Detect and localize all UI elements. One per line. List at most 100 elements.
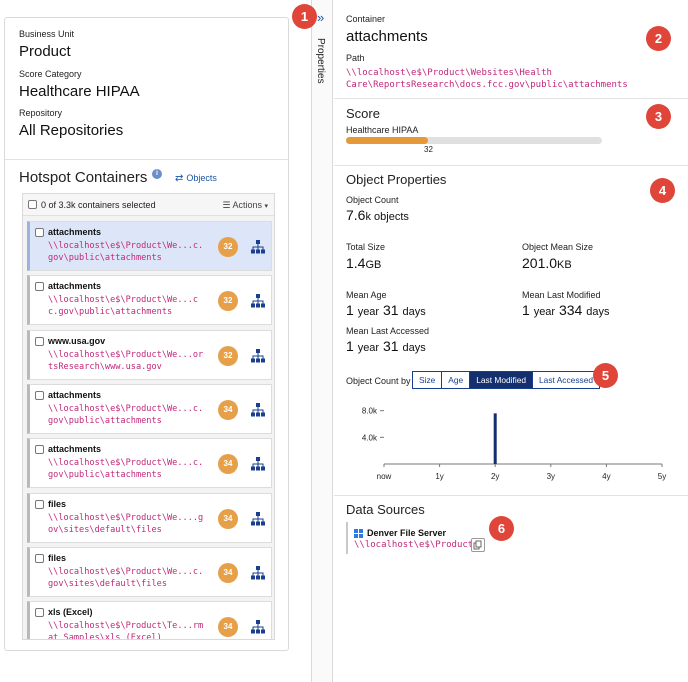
item-name: files [48,552,67,563]
hotspot-container-list[interactable]: 0 of 3.3k containers selected ☰ Actions … [22,193,275,640]
mean-age-label: Mean Age [346,290,387,300]
count-by-label: Object Count by [346,376,411,386]
callout-3: 3 [646,104,671,129]
hierarchy-icon[interactable] [251,565,265,580]
hierarchy-icon[interactable] [251,240,265,254]
score-bar-fill [346,137,428,144]
mean-last-modified-label: Mean Last Modified [522,290,601,300]
object-count-unit: k objects [365,211,409,223]
object-properties-title: Object Properties [346,172,447,187]
mean-age-year-unit: year [357,306,380,318]
x-tick-label: 3y [547,472,555,481]
item-path: \\localhost\e$\Product\We...c.gov\public… [48,241,204,263]
list-item[interactable]: attachments \\localhost\e$\Product\We...c… [27,438,272,489]
mean-size-value: 201.0KB [522,255,572,271]
list-item[interactable]: attachments \\localhost\e$\Product\We...c… [27,221,272,271]
hierarchy-icon[interactable] [251,294,265,308]
business-unit-label: Business Unit [19,29,75,39]
item-path: \\localhost\e$\Product\We....gov\sites\d… [48,512,204,535]
score-badge: 32 [218,291,238,312]
properties-collapse-strip: » Properties [311,0,333,682]
container-value: attachments [346,28,428,45]
mean-acc-year-unit: year [357,342,380,354]
selected-count: 0 of 3.3k containers selected [41,200,156,210]
list-header: 0 of 3.3k containers selected ☰ Actions … [23,194,274,216]
list-item[interactable]: attachments \\localhost\e$\Product\We...c… [27,275,272,326]
item-checkbox[interactable] [35,608,44,618]
object-count-num: 7.6 [346,207,366,223]
double-chevron-right-icon[interactable]: » [317,10,324,25]
item-name: attachments [48,389,102,400]
mean-age-year: 1 [346,302,354,318]
item-name: attachments [48,227,102,237]
item-checkbox[interactable] [35,390,44,400]
y-tick-label: 8.0k [362,407,378,416]
mean-age-days-unit: days [402,306,426,318]
item-checkbox[interactable] [35,499,44,509]
mean-acc-year: 1 [346,338,354,354]
item-checkbox[interactable] [35,553,44,563]
hierarchy-icon[interactable] [251,402,265,417]
score-badge: 34 [218,454,238,475]
x-tick-label: 2y [491,472,499,481]
objects-toggle-link[interactable]: ⇄ Objects [175,173,217,184]
hierarchy-icon[interactable] [251,457,265,471]
actions-label: Actions [232,200,262,210]
list-item[interactable]: xls (Excel) \\localhost\e$\Product\Te...r… [27,601,272,639]
actions-button[interactable]: ☰ Actions ▾ [222,200,268,211]
repository-label: Repository [19,108,63,118]
mean-age-days: 31 [382,302,399,318]
hierarchy-icon[interactable] [251,348,265,363]
select-all-checkbox[interactable] [28,200,37,209]
x-tick-label: 4y [602,472,610,481]
total-size-unit: GB [365,259,382,271]
item-name: files [48,498,67,509]
item-checkbox[interactable] [35,228,44,237]
mean-mod-days: 334 [558,302,583,318]
container-path: \\localhost\e$\Product\Websites\Health C… [346,68,628,90]
total-size-num: 1.4 [346,255,366,271]
swap-arrows-icon: ⇄ [175,173,184,184]
mean-last-modified-value: 1 year 334 days [522,302,609,318]
segment-last-accessed[interactable]: Last Accessed [533,372,600,388]
segment-size[interactable]: Size [413,372,443,388]
mean-size-unit: KB [557,259,572,271]
item-name: xls (Excel) [48,607,93,618]
business-unit-value: Product [19,43,71,60]
item-name: attachments [48,444,102,455]
score-badge: 32 [218,345,238,366]
mean-mod-year: 1 [522,302,530,318]
hierarchy-icon[interactable] [251,620,265,634]
score-badge: 34 [218,508,238,529]
copy-icon [473,540,482,550]
callout-4: 4 [650,178,675,203]
divider [334,98,688,99]
repository-value: All Repositories [19,122,124,139]
list-item[interactable]: www.usa.gov \\localhost\e$\Product\We...o… [27,329,272,380]
mean-mod-year-unit: year [533,306,556,318]
list-item[interactable]: attachments \\localhost\e$\Product\We...c… [27,383,272,434]
info-icon[interactable]: i [152,169,162,179]
object-count-value: 7.6k objects [346,207,409,223]
hierarchy-icon[interactable] [251,511,265,526]
list-item[interactable]: files \\localhost\e$\Product\We...c.gov\s… [27,546,272,597]
chart-bar[interactable] [493,413,497,464]
hotspot-containers-title: Hotspot Containers [19,169,148,186]
properties-tab-label[interactable]: Properties [315,38,326,84]
score-bar [346,137,602,144]
item-checkbox[interactable] [35,445,44,455]
segment-age[interactable]: Age [442,372,471,388]
mean-mod-days-unit: days [586,306,610,318]
item-checkbox[interactable] [35,336,44,346]
item-path: \\localhost\e$\Product\We...c.gov\sites\… [48,566,204,589]
caret-down-icon: ▾ [264,203,268,210]
mean-acc-days-unit: days [402,342,426,354]
score-category-value: Healthcare HIPAA [19,83,140,100]
segment-last-modified[interactable]: Last Modified [470,372,534,388]
list-item[interactable]: files \\localhost\e$\Product\We....gov\si… [27,492,272,543]
item-path: \\localhost\e$\Product\We...c.gov\public… [48,458,204,481]
mean-age-value: 1 year 31 days [346,302,426,318]
copy-button[interactable] [471,538,485,552]
item-checkbox[interactable] [35,282,44,292]
score-category: Healthcare HIPAA [346,125,419,135]
